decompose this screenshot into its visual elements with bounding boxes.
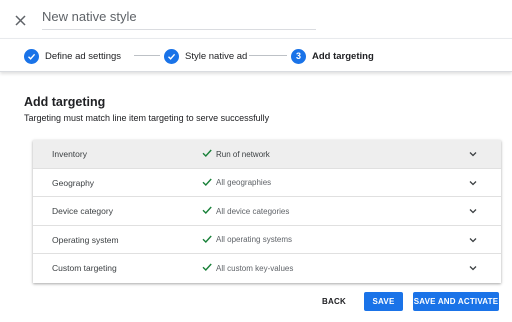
row-value: All device categories bbox=[216, 206, 290, 216]
row-label: Custom targeting bbox=[52, 263, 117, 274]
row-value: All geographies bbox=[216, 178, 272, 188]
step-label: Add targeting bbox=[312, 50, 374, 62]
style-name-placeholder: New native style bbox=[42, 9, 137, 24]
check-icon bbox=[24, 48, 39, 64]
targeting-row-custom-targeting[interactable]: Custom targeting All custom key-values bbox=[33, 254, 501, 283]
targeting-row-geography[interactable]: Geography All geographies bbox=[33, 169, 501, 198]
step-number-badge: 3 bbox=[291, 48, 306, 64]
row-value: All operating systems bbox=[216, 235, 293, 245]
row-label: Operating system bbox=[52, 234, 119, 245]
save-and-activate-button[interactable]: SAVE AND ACTIVATE bbox=[413, 292, 499, 311]
row-label: Inventory bbox=[52, 149, 87, 159]
step-connector bbox=[134, 55, 160, 56]
close-button[interactable] bbox=[12, 12, 28, 28]
check-icon bbox=[164, 48, 179, 64]
check-icon bbox=[202, 178, 212, 186]
chevron-down-icon[interactable] bbox=[468, 178, 478, 188]
chevron-down-icon[interactable] bbox=[468, 206, 478, 216]
chevron-down-icon[interactable] bbox=[468, 235, 478, 245]
close-icon bbox=[14, 14, 26, 26]
step-label: Style native ad bbox=[185, 50, 248, 62]
check-icon bbox=[202, 263, 212, 272]
step-define-ad-settings[interactable]: Define ad settings bbox=[24, 47, 121, 65]
top-bar: New native style bbox=[0, 0, 512, 38]
row-value: Run of network bbox=[216, 149, 270, 159]
row-label: Device category bbox=[52, 206, 113, 217]
row-label: Geography bbox=[52, 177, 95, 188]
save-button[interactable]: SAVE bbox=[364, 292, 403, 311]
chevron-down-icon[interactable] bbox=[468, 149, 478, 159]
check-icon bbox=[202, 149, 212, 158]
chevron-down-icon[interactable] bbox=[468, 263, 478, 273]
targeting-panel: Inventory Run of network Geography All g… bbox=[33, 140, 501, 283]
progress-stepper: Define ad settings Style native ad 3 Add… bbox=[0, 38, 512, 72]
step-add-targeting[interactable]: 3 Add targeting bbox=[291, 47, 374, 65]
check-icon bbox=[202, 206, 212, 215]
check-icon bbox=[202, 235, 212, 243]
targeting-row-inventory[interactable]: Inventory Run of network bbox=[33, 140, 501, 169]
back-button[interactable]: BACK bbox=[314, 292, 354, 311]
step-label: Define ad settings bbox=[45, 50, 122, 62]
targeting-row-operating-system[interactable]: Operating system All operating systems bbox=[33, 226, 501, 255]
page-title: Add targeting bbox=[24, 95, 106, 109]
row-value: All custom key-values bbox=[216, 263, 294, 273]
step-connector bbox=[249, 55, 287, 56]
page-subtitle: Targeting must match line item targeting… bbox=[24, 113, 270, 123]
targeting-row-device-category[interactable]: Device category All device categories bbox=[33, 197, 501, 226]
style-name-field[interactable]: New native style bbox=[42, 4, 316, 30]
step-style-native-ad[interactable]: Style native ad bbox=[164, 47, 247, 65]
